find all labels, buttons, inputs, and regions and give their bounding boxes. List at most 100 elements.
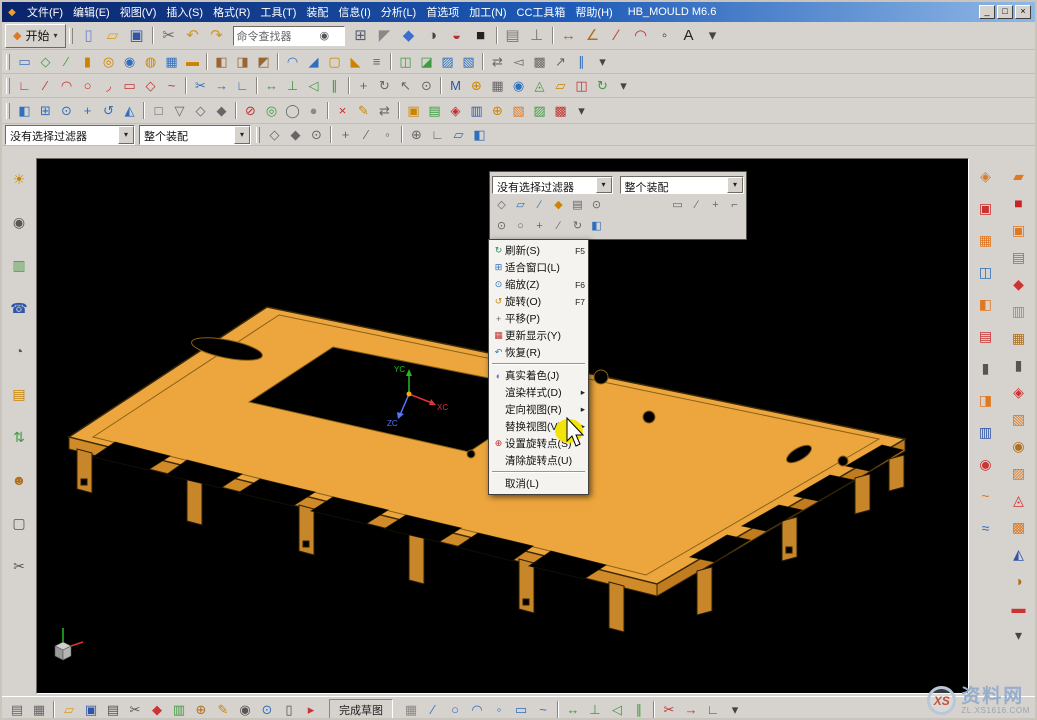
transform-icon[interactable]: ⇄: [374, 100, 395, 121]
sb-line-icon[interactable]: ∕: [422, 699, 444, 720]
fit-view-icon[interactable]: ⊞: [35, 100, 56, 121]
camera-icon[interactable]: ◉: [8, 211, 30, 233]
iso-view-icon[interactable]: ◇: [190, 100, 211, 121]
tool-palette-13-icon[interactable]: ◬: [1007, 488, 1030, 511]
menu-cancel[interactable]: 取消(L): [490, 475, 587, 492]
float-body-filter-icon[interactable]: ◆: [549, 196, 568, 215]
mold-wizard-icon[interactable]: ▣: [403, 100, 424, 121]
tool-palette-14-icon[interactable]: ▩: [1007, 515, 1030, 538]
assembly-icon[interactable]: ▤: [501, 24, 525, 48]
pattern-icon[interactable]: ▩: [529, 51, 550, 72]
tool-palette-18-icon[interactable]: ▾: [1007, 623, 1030, 646]
target-icon[interactable]: ⊕: [406, 124, 427, 145]
datum-plane-icon[interactable]: ◇: [35, 51, 56, 72]
chart-icon[interactable]: ▥: [8, 254, 30, 276]
menu-render-style[interactable]: 渲染样式(D) ▸: [490, 384, 587, 401]
workpiece-icon[interactable]: ▣: [974, 196, 997, 219]
material-icon[interactable]: ◒: [445, 24, 469, 48]
rectangle-icon[interactable]: ▭: [119, 75, 140, 96]
boss-icon[interactable]: ◍: [140, 51, 161, 72]
tool-palette-16-icon[interactable]: ◑: [1007, 569, 1030, 592]
menu-cc-toolbox[interactable]: CC工具箱: [512, 1, 571, 23]
fillet-icon[interactable]: ◞: [98, 75, 119, 96]
menu-assemblies[interactable]: 装配: [301, 1, 333, 23]
tool-palette-12-icon[interactable]: ▨: [1007, 461, 1030, 484]
sync-icon[interactable]: ⇅: [8, 426, 30, 448]
menu-orient-view[interactable]: 定向视图(R) ▸: [490, 401, 587, 418]
menu-help[interactable]: 帮助(H): [570, 1, 617, 23]
shell-icon[interactable]: ▢: [324, 51, 345, 72]
open-folder-icon[interactable]: ▱: [101, 24, 125, 48]
line-icon[interactable]: ∕: [605, 24, 629, 48]
subtract-icon[interactable]: ◨: [232, 51, 253, 72]
make-corner-icon[interactable]: ∟: [232, 75, 253, 96]
snip-icon[interactable]: ✂: [8, 555, 30, 577]
sb-tree-icon[interactable]: ▤: [6, 699, 28, 720]
menu-fit-window[interactable]: ⊞ 适合窗口(L): [490, 259, 587, 276]
standard-parts-icon[interactable]: ▥: [466, 100, 487, 121]
menu-analysis[interactable]: 分析(L): [376, 1, 421, 23]
profile-icon[interactable]: ∟: [14, 75, 35, 96]
front-view-icon[interactable]: □: [148, 100, 169, 121]
mirror-curve-icon[interactable]: ◁: [303, 75, 324, 96]
circle-tool-icon[interactable]: ○: [77, 75, 98, 96]
floating-filter-dropdown[interactable]: 没有选择过滤器 ▾: [492, 176, 613, 194]
wireframe-icon[interactable]: ◯: [282, 100, 303, 121]
spline-icon[interactable]: ~: [161, 75, 182, 96]
runner-icon[interactable]: ~: [974, 484, 997, 507]
tool-palette-8-icon[interactable]: ▮: [1007, 353, 1030, 376]
menu-rotate[interactable]: ↺ 旋转(O) F7: [490, 293, 587, 310]
cavity-layout-icon[interactable]: ▦: [974, 228, 997, 251]
sb-magnify-icon[interactable]: ⊙: [256, 699, 278, 720]
sb-sketch-grid-icon[interactable]: ▦: [400, 699, 422, 720]
tool-palette-6-icon[interactable]: ▥: [1007, 299, 1030, 322]
phone-icon[interactable]: ☎: [8, 297, 30, 319]
axis-snap-icon[interactable]: ∕: [356, 124, 377, 145]
notes-icon[interactable]: ▤: [8, 383, 30, 405]
quick-trim-icon[interactable]: ✂: [190, 75, 211, 96]
patch-icon[interactable]: ▨: [437, 51, 458, 72]
sb-spline-icon[interactable]: ~: [532, 699, 554, 720]
selection-scope-dropdown[interactable]: 整个装配 ▾: [139, 125, 251, 145]
tool-palette-4-icon[interactable]: ▤: [1007, 245, 1030, 268]
scale-icon[interactable]: ↗: [550, 51, 571, 72]
tool-palette-7-icon[interactable]: ▦: [1007, 326, 1030, 349]
taper-icon[interactable]: ◣: [345, 51, 366, 72]
chevron-down-icon[interactable]: ▾: [234, 126, 250, 144]
sb-rect-icon[interactable]: ▭: [510, 699, 532, 720]
perspective-icon[interactable]: ◭: [119, 100, 140, 121]
pan-view-icon[interactable]: +: [77, 100, 98, 121]
save-icon[interactable]: ▣: [125, 24, 149, 48]
menu-machining[interactable]: 加工(N): [464, 1, 511, 23]
cube-snap-icon[interactable]: ◧: [469, 124, 490, 145]
tool-palette-3-icon[interactable]: ▣: [1007, 218, 1030, 241]
text-icon[interactable]: A: [677, 24, 701, 48]
rotate-object-icon[interactable]: ↻: [374, 75, 395, 96]
viewport-3d[interactable]: YC XC ZC: [36, 158, 969, 694]
float-rotate-snap-icon[interactable]: ↻: [568, 217, 587, 236]
mold-base-icon[interactable]: ▤: [974, 324, 997, 347]
menu-tools[interactable]: 工具(T): [255, 1, 301, 23]
measure-distance-icon[interactable]: ↔: [557, 24, 581, 48]
tool-palette-5-icon[interactable]: ◆: [1007, 272, 1030, 295]
binoculars-icon[interactable]: ◉: [320, 29, 330, 42]
intersect-icon[interactable]: ◩: [253, 51, 274, 72]
analysis-icon[interactable]: ◬: [529, 75, 550, 96]
parting-icon[interactable]: ◫: [974, 260, 997, 283]
sb-pen-icon[interactable]: ✎: [212, 699, 234, 720]
menu-true-shading[interactable]: ◐ 真实着色(J): [490, 367, 587, 384]
menu-restore[interactable]: ↶ 恢复(R): [490, 344, 587, 361]
row4-more-icon[interactable]: ▾: [613, 75, 634, 96]
menu-file[interactable]: 文件(F): [22, 1, 68, 23]
chevron-down-icon[interactable]: ▾: [596, 177, 612, 193]
monitor-icon[interactable]: ▢: [8, 512, 30, 534]
toolbar-grip[interactable]: [6, 78, 10, 94]
shaded-icon[interactable]: ●: [303, 100, 324, 121]
select-arrow-icon[interactable]: ◤: [373, 24, 397, 48]
constraints-icon[interactable]: ⊥: [282, 75, 303, 96]
float-cube-icon[interactable]: ◧: [587, 217, 606, 236]
menu-format[interactable]: 格式(R): [208, 1, 255, 23]
insert-icon[interactable]: ▥: [974, 420, 997, 443]
hide-icon[interactable]: ⊘: [240, 100, 261, 121]
point-icon[interactable]: ◦: [653, 24, 677, 48]
